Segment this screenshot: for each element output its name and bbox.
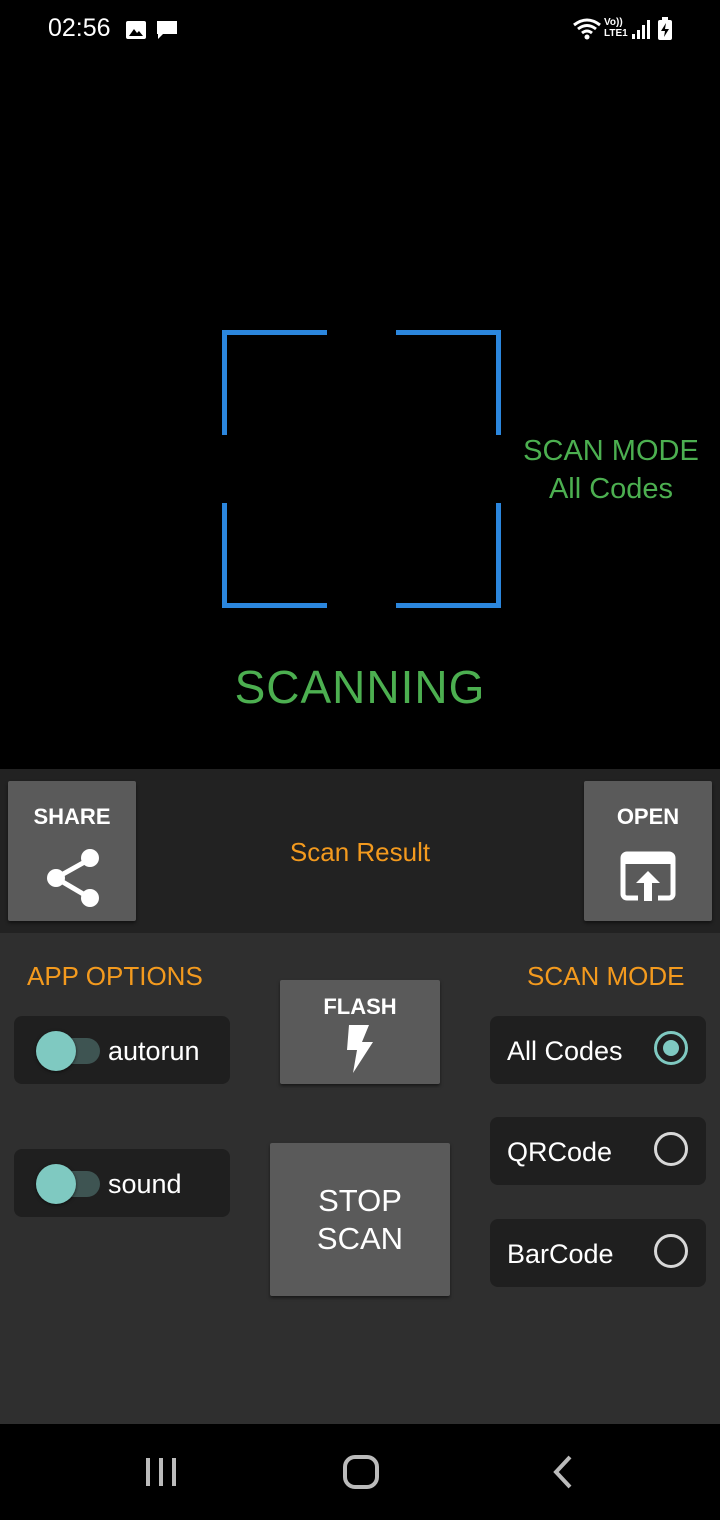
sound-toggle[interactable]: sound bbox=[14, 1149, 230, 1217]
scanning-status: SCANNING bbox=[234, 661, 486, 713]
scan-mode-option-all-codes[interactable]: All Codes bbox=[490, 1016, 706, 1084]
message-icon bbox=[157, 21, 177, 39]
back-icon[interactable] bbox=[550, 1454, 576, 1490]
scan-frame-corner-top-left bbox=[222, 330, 327, 435]
home-icon[interactable] bbox=[342, 1454, 380, 1490]
scan-mode-indicator-title: SCAN MODE bbox=[523, 435, 699, 467]
recents-icon[interactable] bbox=[143, 1456, 179, 1488]
sound-label: sound bbox=[108, 1169, 182, 1199]
radio-unselected-icon[interactable] bbox=[654, 1132, 688, 1166]
autorun-toggle[interactable]: autorun bbox=[14, 1016, 230, 1084]
switch-thumb bbox=[36, 1031, 76, 1071]
scan-frame-corner-bottom-left bbox=[222, 503, 327, 608]
scan-mode-indicator: SCAN MODE All Codes bbox=[505, 432, 717, 508]
navigation-bar bbox=[0, 1424, 720, 1520]
autorun-switch[interactable] bbox=[36, 1031, 100, 1071]
scan-frame-corner-bottom-right bbox=[396, 503, 501, 608]
status-time: 02:56 bbox=[48, 14, 111, 42]
flash-button[interactable]: FLASH bbox=[280, 980, 440, 1084]
image-icon bbox=[126, 21, 146, 39]
open-in-app-icon bbox=[620, 851, 676, 901]
scan-mode-option-qrcode[interactable]: QRCode bbox=[490, 1117, 706, 1185]
options-panel: APP OPTIONS SCAN MODE autorun sound FLAS… bbox=[0, 933, 720, 1424]
flash-button-label: FLASH bbox=[323, 994, 397, 1019]
result-panel: SHARE Scan Result OPEN bbox=[0, 769, 720, 933]
stop-scan-label: STOP SCAN bbox=[316, 1183, 404, 1256]
scan-mode-indicator-value: All Codes bbox=[548, 473, 674, 505]
network-label-bottom: LTE1 bbox=[604, 28, 628, 39]
option-label: QRCode bbox=[507, 1137, 613, 1167]
app-options-title: APP OPTIONS bbox=[27, 961, 203, 991]
signal-icon bbox=[632, 20, 650, 39]
stop-scan-button[interactable]: STOP SCAN bbox=[270, 1143, 450, 1296]
volte-lte-icon: Vo)) LTE1 bbox=[604, 17, 628, 39]
radio-unselected-icon[interactable] bbox=[654, 1234, 688, 1268]
share-button-label: SHARE bbox=[33, 804, 111, 829]
option-label: All Codes bbox=[507, 1036, 623, 1066]
scan-result-text[interactable]: Scan Result bbox=[150, 837, 570, 868]
battery-charging-icon bbox=[658, 17, 672, 40]
network-label-top: Vo)) bbox=[604, 17, 623, 28]
share-button[interactable]: SHARE bbox=[8, 781, 136, 921]
scan-mode-option-barcode[interactable]: BarCode bbox=[490, 1219, 706, 1287]
open-button[interactable]: OPEN bbox=[584, 781, 712, 921]
radio-selected-icon[interactable] bbox=[654, 1031, 688, 1065]
wifi-icon bbox=[573, 18, 601, 40]
autorun-label: autorun bbox=[108, 1036, 200, 1066]
flash-icon bbox=[347, 1025, 373, 1073]
sound-switch[interactable] bbox=[36, 1164, 100, 1204]
share-icon bbox=[47, 849, 99, 907]
scan-mode-title: SCAN MODE bbox=[527, 961, 685, 991]
scan-frame-corner-top-right bbox=[396, 330, 501, 435]
open-button-label: OPEN bbox=[616, 804, 680, 829]
switch-thumb bbox=[36, 1164, 76, 1204]
option-label: BarCode bbox=[507, 1239, 614, 1269]
